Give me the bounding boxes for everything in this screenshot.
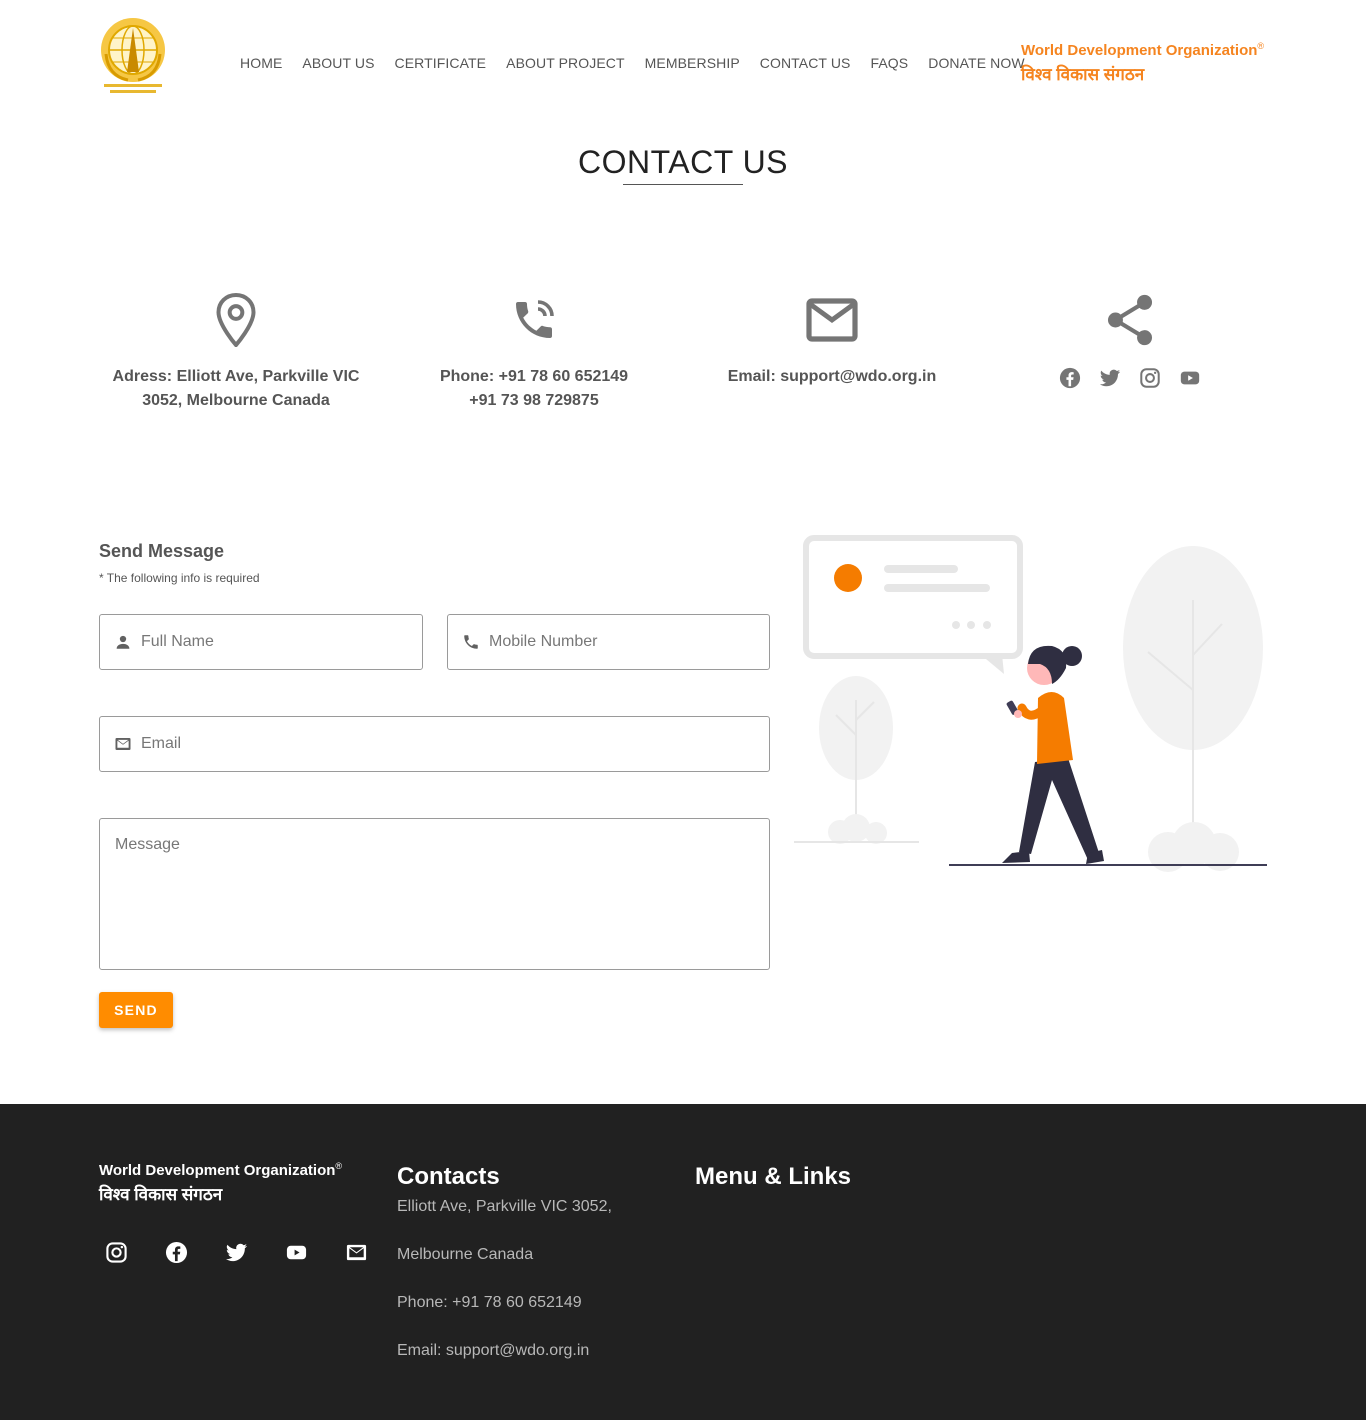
nav-about-project[interactable]: ABOUT PROJECT [506, 55, 625, 71]
instagram-icon[interactable] [105, 1241, 128, 1264]
send-button[interactable]: SEND [99, 992, 173, 1028]
share-icon [980, 290, 1280, 350]
footer-address-line-2: Melbourne Canada [397, 1246, 534, 1263]
address-line-2: 3052, Melbourne Canada [142, 392, 330, 409]
email-input[interactable] [141, 735, 677, 753]
form-required-note: * The following info is required [99, 571, 260, 585]
email-address[interactable]: Email: support@wdo.org.in [682, 365, 982, 389]
twitter-icon[interactable] [225, 1241, 248, 1264]
brand-name-hindi: विश्व विकास संगठन [1021, 65, 1145, 84]
nav-donate-now[interactable]: DONATE NOW [928, 55, 1024, 71]
social-card [980, 290, 1280, 389]
mobile-number-input[interactable] [489, 633, 746, 651]
nav-membership[interactable]: MEMBERSHIP [645, 55, 740, 71]
footer-address-line-1: Elliott Ave, Parkville VIC 3052, [397, 1198, 612, 1215]
nav-faqs[interactable]: FAQS [870, 55, 908, 71]
person-icon [114, 633, 132, 651]
phone-icon [462, 633, 480, 651]
title-underline [623, 184, 743, 185]
header-brand[interactable]: World Development Organization® विश्व वि… [1021, 41, 1264, 85]
twitter-icon[interactable] [1099, 367, 1121, 389]
instagram-icon[interactable] [1139, 367, 1161, 389]
youtube-icon[interactable] [285, 1241, 308, 1264]
phone-line-2: +91 73 98 729875 [469, 392, 599, 409]
form-title: Send Message [99, 541, 225, 561]
footer-menu-heading: Menu & Links [695, 1163, 852, 1190]
footer-registered-mark: ® [335, 1161, 343, 1171]
address-card: Adress: Elliott Ave, Parkville VIC 3052,… [86, 290, 386, 413]
site-header: HOME ABOUT US CERTIFICATE ABOUT PROJECT … [0, 0, 1366, 120]
facebook-icon[interactable] [1059, 367, 1081, 389]
nav-certificate[interactable]: CERTIFICATE [395, 55, 487, 71]
email-field[interactable] [99, 716, 770, 772]
mail-icon [114, 735, 132, 753]
nav-contact-us[interactable]: CONTACT US [760, 55, 851, 71]
envelope-icon [682, 290, 982, 350]
phone-card: Phone: +91 78 60 652149 +91 73 98 729875 [384, 290, 684, 413]
location-pin-icon [86, 290, 386, 350]
registered-mark: ® [1257, 41, 1265, 51]
main-nav: HOME ABOUT US CERTIFICATE ABOUT PROJECT … [230, 55, 1035, 71]
footer-social [105, 1241, 368, 1264]
page-title: CONTACT US [577, 144, 789, 180]
mobile-number-field[interactable] [447, 614, 770, 670]
message-field[interactable] [99, 818, 770, 970]
footer-brand-name-hindi: विश्व विकास संगठन [99, 1185, 223, 1204]
footer-email[interactable]: Email: support@wdo.org.in [397, 1342, 612, 1390]
footer-phone: Phone: +91 78 60 652149 [397, 1294, 582, 1311]
footer-brand-name: World Development Organization [99, 1162, 336, 1179]
footer-contacts-heading: Contacts [397, 1163, 500, 1190]
wdo-logo[interactable] [98, 14, 168, 98]
full-name-field[interactable] [99, 614, 423, 670]
site-footer: World Development Organization® विश्व वि… [0, 1104, 1366, 1420]
phone-call-icon [384, 290, 684, 350]
contact-illustration [790, 530, 1270, 875]
nav-home[interactable]: HOME [240, 55, 282, 71]
email-card: Email: support@wdo.org.in [682, 290, 982, 389]
facebook-icon[interactable] [165, 1241, 188, 1264]
brand-name: World Development Organization [1021, 42, 1258, 59]
nav-about-us[interactable]: ABOUT US [302, 55, 374, 71]
message-input[interactable] [115, 836, 755, 946]
phone-line-1: Phone: +91 78 60 652149 [439, 368, 629, 385]
footer-contact-lines: Elliott Ave, Parkville VIC 3052, Melbour… [397, 1198, 612, 1390]
footer-brand: World Development Organization® विश्व वि… [99, 1161, 342, 1205]
address-line-1: Adress: Elliott Ave, Parkville VIC [112, 368, 360, 385]
full-name-input[interactable] [141, 633, 399, 651]
mail-icon[interactable] [345, 1241, 368, 1264]
youtube-icon[interactable] [1179, 367, 1201, 389]
